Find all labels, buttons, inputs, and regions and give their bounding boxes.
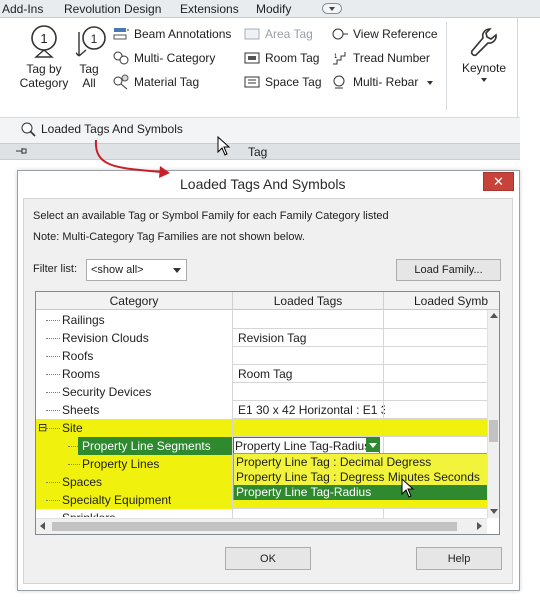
scrollbar-thumb[interactable] <box>489 420 498 442</box>
tree-connector <box>68 464 80 465</box>
table-row[interactable]: Roofs <box>36 347 488 365</box>
table-row[interactable]: Revision Clouds Revision Tag <box>36 329 488 347</box>
category-cell[interactable]: Roofs <box>62 347 93 365</box>
scroll-down-icon[interactable] <box>490 509 498 514</box>
loaded-tag-cell[interactable]: Room Tag <box>238 365 292 383</box>
scroll-left-icon[interactable] <box>40 522 45 530</box>
vertical-scrollbar[interactable] <box>487 310 499 518</box>
help-button[interactable]: Help <box>416 547 502 570</box>
row-highlight <box>36 419 488 437</box>
tree-connector <box>46 392 60 393</box>
category-cell[interactable]: Specialty Equipment <box>62 491 171 509</box>
annotation-arrow <box>94 139 170 178</box>
loaded-tag-cell[interactable]: E1 30 x 42 Horizontal : E1 30 <box>238 401 385 419</box>
tree-connector <box>46 320 60 321</box>
table-row[interactable]: Security Devices <box>36 383 488 401</box>
category-cell[interactable]: Railings <box>62 311 105 329</box>
chevron-down-icon[interactable] <box>366 438 380 452</box>
scrollbar-thumb[interactable] <box>52 522 457 531</box>
scroll-up-icon[interactable] <box>490 313 498 318</box>
category-cell[interactable]: Security Devices <box>62 383 151 401</box>
category-cell[interactable]: Sprinklers <box>62 509 115 517</box>
category-cell[interactable]: Spaces <box>62 473 102 491</box>
dropdown-option[interactable]: Property Line Tag : Degress Minutes Seco… <box>234 470 489 485</box>
mouse-cursor-icon <box>401 478 415 498</box>
loaded-tag-cell[interactable]: Revision Tag <box>238 329 306 347</box>
tree-connector <box>46 500 60 501</box>
scroll-right-icon[interactable] <box>477 522 482 530</box>
tree-connector <box>46 410 60 411</box>
collapse-icon[interactable]: ⊟ <box>38 419 47 437</box>
tree-connector <box>46 428 60 429</box>
loaded-tags-dropdown-list[interactable]: Property Line Tag : Decimal Degress Prop… <box>233 453 490 500</box>
table-row[interactable]: ⊟ Site <box>36 419 488 437</box>
dropdown-option-selected[interactable]: Property Line Tag-Radius <box>234 485 489 500</box>
tree-connector <box>46 338 60 339</box>
ok-button[interactable]: OK <box>225 547 311 570</box>
dropdown-option[interactable]: Property Line Tag : Decimal Degress <box>234 455 489 470</box>
category-cell[interactable]: Property Lines <box>82 455 159 473</box>
category-cell[interactable]: Property Line Segments <box>82 437 211 455</box>
category-cell[interactable]: Site <box>62 419 83 437</box>
table-row[interactable]: Rooms Room Tag <box>36 365 488 383</box>
table-row[interactable]: Sheets E1 30 x 42 Horizontal : E1 30 <box>36 401 488 419</box>
tree-connector <box>46 482 60 483</box>
category-cell[interactable]: Rooms <box>62 365 100 383</box>
category-cell[interactable]: Revision Clouds <box>62 329 149 347</box>
tree-connector <box>46 356 60 357</box>
category-cell[interactable]: Sheets <box>62 401 99 419</box>
tree-connector <box>46 374 60 375</box>
table-row[interactable]: Railings <box>36 311 488 329</box>
table-row[interactable]: Sprinklers <box>36 509 488 517</box>
horizontal-scrollbar[interactable] <box>36 518 487 534</box>
